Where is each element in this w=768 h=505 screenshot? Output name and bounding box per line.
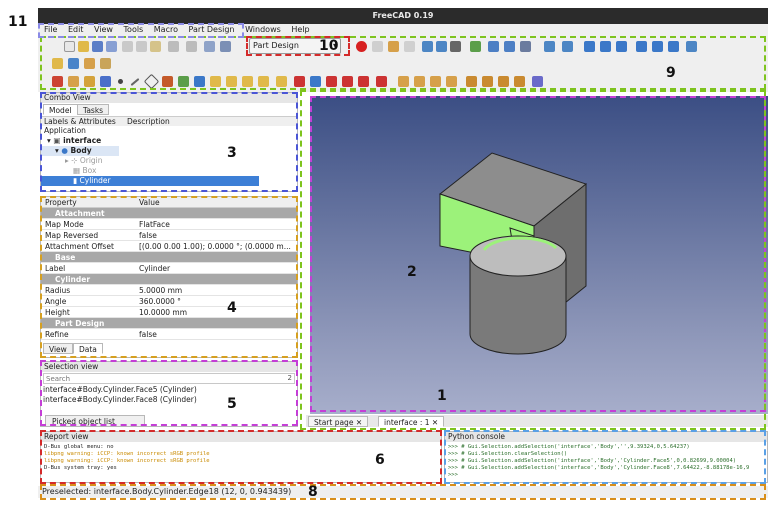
annotation-box-model-tree — [40, 92, 298, 192]
annotation-box-toolbars — [40, 36, 766, 90]
annotation-label-5: 5 — [227, 396, 237, 412]
annotation-box-python-console — [444, 430, 766, 484]
menu-windows[interactable]: Windows — [245, 25, 281, 34]
annotation-label-1: 1 — [437, 388, 447, 404]
app-title: FreeCAD 0.19 — [372, 11, 434, 20]
menu-help[interactable]: Help — [291, 25, 309, 34]
window-titlebar: FreeCAD 0.19 — [38, 8, 768, 24]
annotation-label-6: 6 — [375, 452, 385, 468]
annotation-label-3: 3 — [227, 145, 237, 161]
annotation-label-10: 10 — [319, 38, 339, 54]
annotation-label-11: 11 — [8, 14, 28, 30]
annotation-label-9: 9 — [666, 65, 676, 81]
annotation-label-4: 4 — [227, 300, 237, 316]
annotation-box-menu — [38, 23, 244, 38]
annotation-box-selection-view — [40, 360, 298, 426]
annotation-box-status-bar — [40, 484, 766, 500]
annotation-box-property-view — [40, 196, 298, 358]
annotation-box-main-area — [300, 90, 766, 430]
annotation-label-2: 2 — [407, 264, 417, 280]
annotation-label-8: 8 — [308, 484, 318, 500]
